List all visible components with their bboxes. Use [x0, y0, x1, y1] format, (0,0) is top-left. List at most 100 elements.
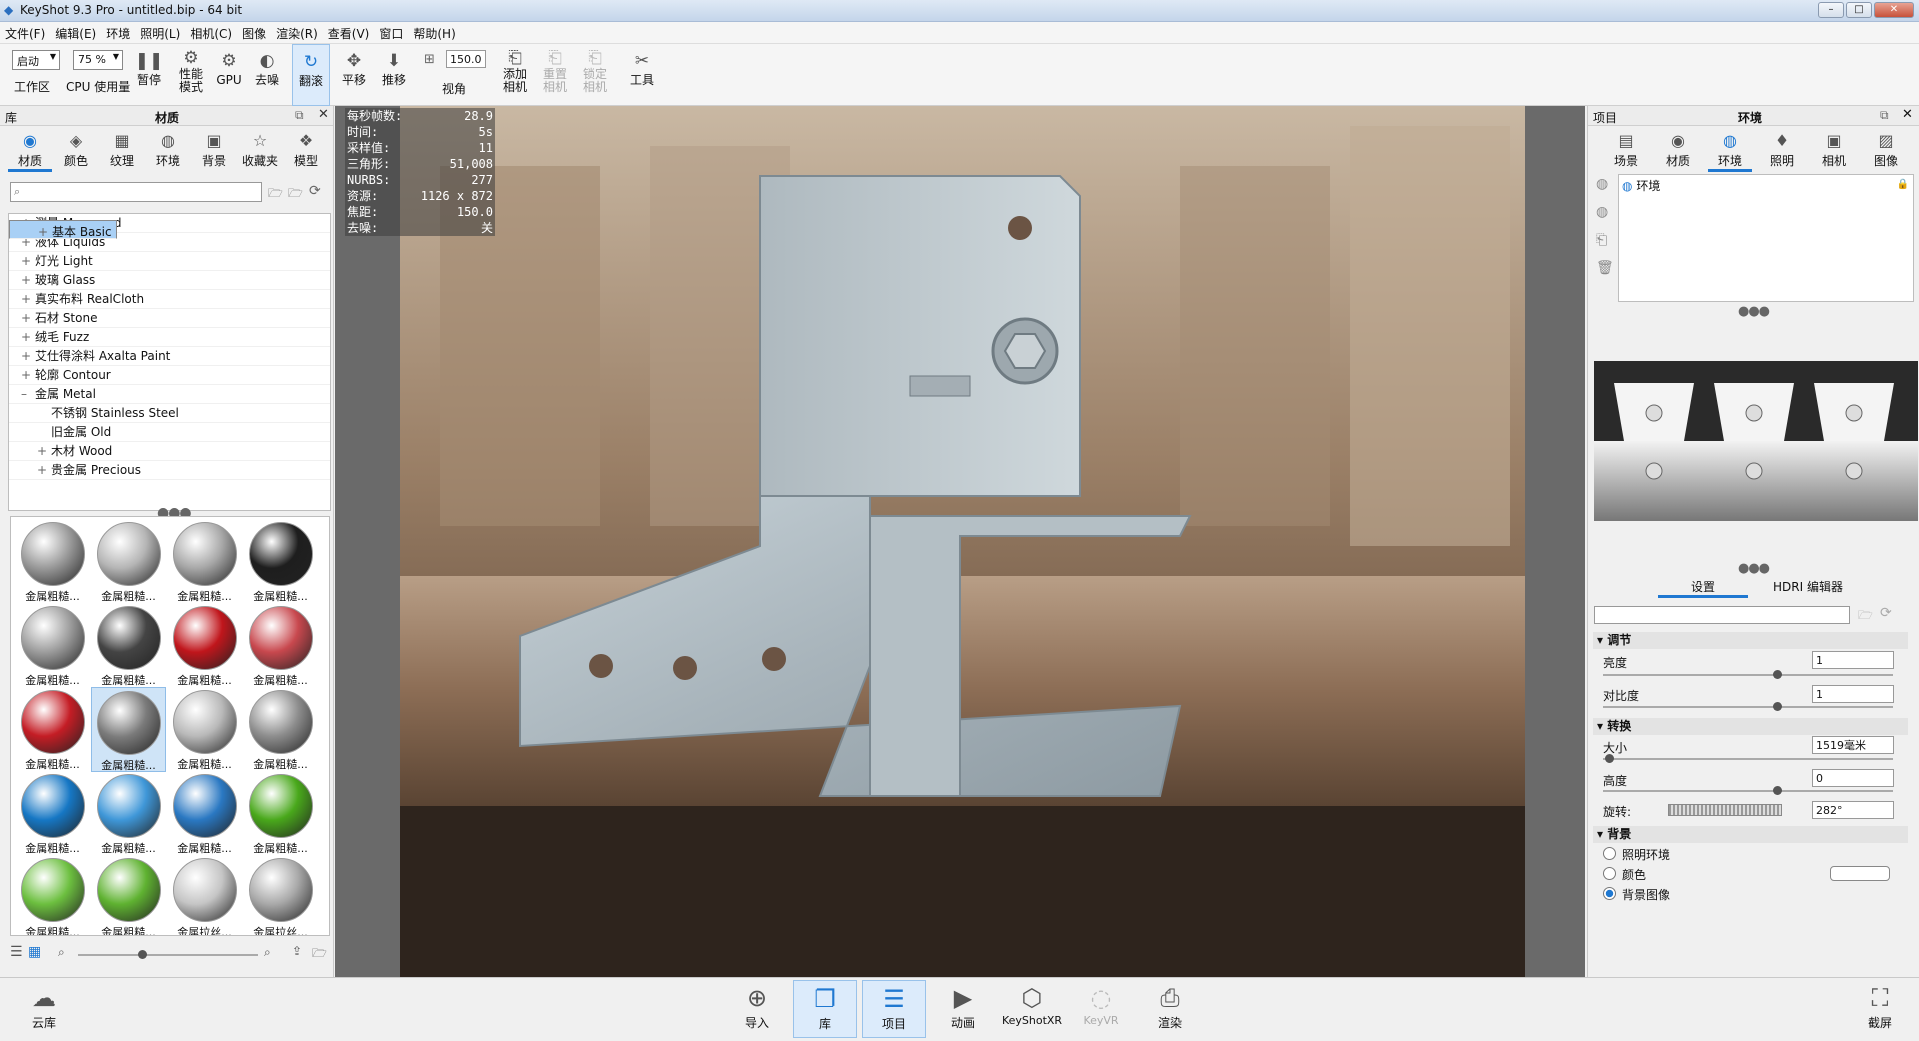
reload-icon[interactable]: ⟳ [1880, 605, 1892, 621]
height-input[interactable]: 0 [1812, 769, 1894, 787]
tree-item[interactable]: + 贵金属 Precious [9, 461, 330, 480]
refresh-icon[interactable]: ⟳ [309, 183, 321, 199]
tab-image[interactable]: ▨ 图像 [1864, 130, 1908, 169]
gpu-button[interactable]: ⚙ GPU [212, 44, 246, 106]
list-view-icon[interactable]: ☰ [10, 944, 23, 960]
material-thumbnail[interactable]: 金属粗糙... [91, 771, 166, 856]
screenshot-button[interactable]: ⛶ 截屏 [1848, 980, 1912, 1038]
splitter-handle-right[interactable]: ●●● [1738, 304, 1770, 319]
project-button[interactable]: ☰ 项目 [862, 980, 926, 1038]
material-thumbnail[interactable]: 金属粗糙... [167, 771, 242, 856]
download-icon[interactable]: 🗁 [312, 944, 327, 965]
tree-item[interactable]: + 基本 Basic [9, 220, 117, 239]
fov-input[interactable]: 150.0 [446, 50, 486, 68]
delete-icon[interactable]: 🗑 [1596, 260, 1614, 276]
tree-item[interactable]: + 木材 Wood [9, 442, 330, 461]
undock-icon[interactable]: ⧉ [295, 108, 304, 123]
dolly-button[interactable]: ⬇ 推移 [376, 44, 412, 106]
duplicate-environment-icon[interactable]: ◍ [1596, 204, 1608, 220]
material-thumbnail[interactable]: 金属拉丝... [167, 855, 242, 935]
reset-camera-button[interactable]: ⎗ 重置 相机 [538, 44, 572, 106]
expand-icon[interactable]: + [21, 309, 35, 328]
material-thumbnail[interactable]: 金属粗糙... [167, 687, 242, 772]
material-thumbnail[interactable]: 金属粗糙... [91, 687, 166, 772]
material-thumbnail[interactable]: 金属粗糙... [243, 519, 318, 604]
upload-icon[interactable]: ⇪ [292, 944, 302, 958]
contrast-slider[interactable] [1603, 702, 1893, 711]
render-image[interactable] [400, 106, 1525, 977]
library-button[interactable]: ❐ 库 [793, 980, 857, 1038]
subtab-settings[interactable]: 设置 [1658, 578, 1748, 598]
rotation-dial[interactable] [1668, 804, 1782, 816]
expand-icon[interactable]: – [21, 385, 35, 404]
menu-view[interactable]: 查看(V) [323, 22, 375, 42]
material-thumbnail[interactable]: 金属粗糙... [15, 687, 90, 772]
material-thumbnail[interactable]: 金属粗糙... [243, 603, 318, 688]
material-thumbnail[interactable]: 金属拉丝... [243, 855, 318, 935]
maximize-button[interactable]: □ [1846, 2, 1872, 18]
expand-icon[interactable]: + [21, 328, 35, 347]
material-thumbnail[interactable]: 金属粗糙... [15, 855, 90, 935]
workspace-select[interactable]: 启动 ▼ [12, 50, 60, 70]
close-window-button[interactable]: ✕ [1874, 2, 1914, 18]
tab-environment[interactable]: ◍ 环境 [1708, 130, 1752, 172]
tab-camera[interactable]: ▣ 相机 [1812, 130, 1856, 169]
section-background[interactable]: ▾ 背景 [1593, 826, 1908, 843]
bg-lighting-env-radio[interactable] [1603, 847, 1616, 860]
tumble-button[interactable]: ↻ 翻滚 [292, 44, 330, 106]
tree-item[interactable]: 不锈钢 Stainless Steel [9, 404, 330, 423]
tree-item[interactable]: 旧金属 Old [9, 423, 330, 442]
brightness-input[interactable]: 1 [1812, 651, 1894, 669]
contrast-knob[interactable] [1773, 702, 1782, 711]
add-camera-button[interactable]: ⎗ 添加 相机 [498, 44, 532, 106]
tab-models[interactable]: ❖ 模型 [284, 130, 328, 169]
tree-item[interactable]: – 金属 Metal [9, 385, 330, 404]
expand-icon[interactable]: + [37, 461, 51, 480]
animation-button[interactable]: ▶ 动画 [931, 980, 995, 1038]
zoom-in-icon[interactable]: ⌕ [264, 945, 271, 960]
cloud-library-button[interactable]: ☁ 云库 [12, 980, 76, 1038]
size-slider[interactable] [1603, 754, 1893, 763]
material-thumbnail[interactable]: 金属粗糙... [15, 771, 90, 856]
size-knob[interactable] [1604, 754, 1614, 763]
render-button[interactable]: ⎙ 渲染 [1138, 980, 1202, 1038]
add-environment-icon[interactable]: ◍ [1596, 176, 1608, 192]
material-thumbnail[interactable]: 金属粗糙... [91, 603, 166, 688]
undock-project-icon[interactable]: ⧉ [1880, 108, 1889, 123]
material-thumbnail[interactable]: 金属粗糙... [167, 519, 242, 604]
open-folder-icon[interactable]: 🗁 [1858, 606, 1873, 627]
thumbnail-size-knob[interactable] [138, 950, 147, 959]
environment-list-item[interactable]: ◍ 环境 [1622, 178, 1660, 195]
menu-edit[interactable]: 编辑(E) [50, 22, 101, 42]
splitter-handle-hdri[interactable]: ●●● [1738, 561, 1770, 576]
tree-item[interactable]: + 真实布料 RealCloth [9, 290, 330, 309]
hdri-preview[interactable] [1594, 361, 1918, 521]
edit-environment-icon[interactable]: ⎗ [1596, 232, 1607, 248]
rotation-input[interactable]: 282° [1812, 801, 1894, 819]
material-thumbnail[interactable]: 金属粗糙... [15, 519, 90, 604]
expand-icon[interactable]: + [21, 252, 35, 271]
bg-color-radio[interactable] [1603, 867, 1616, 880]
menu-window[interactable]: 窗口 [374, 22, 408, 42]
keyvr-button[interactable]: ◌ KeyVR [1069, 980, 1133, 1038]
close-panel-icon[interactable]: ✕ [318, 107, 329, 122]
keyshotxr-button[interactable]: ⬡ KeyShotXR [1000, 980, 1064, 1038]
expand-icon[interactable]: + [21, 290, 35, 309]
tab-materials[interactable]: ◉ 材质 [8, 130, 52, 172]
lock-camera-button[interactable]: ⎗ 锁定 相机 [578, 44, 612, 106]
contrast-input[interactable]: 1 [1812, 685, 1894, 703]
tab-textures[interactable]: ▦ 纹理 [100, 130, 144, 169]
pause-button[interactable]: ❚❚ 暂停 [132, 44, 166, 106]
minimize-button[interactable]: – [1818, 2, 1844, 18]
tree-item[interactable]: + 玻璃 Glass [9, 271, 330, 290]
material-thumbnail[interactable]: 金属粗糙... [91, 519, 166, 604]
tree-item[interactable]: + 石材 Stone [9, 309, 330, 328]
tab-favorites[interactable]: ☆ 收藏夹 [238, 130, 282, 169]
brightness-slider[interactable] [1603, 670, 1893, 679]
tree-item[interactable]: + 艾仕得涂料 Axalta Paint [9, 347, 330, 366]
folder-add-icon[interactable]: 🗁 [288, 184, 303, 205]
cpu-usage-select[interactable]: 75 % ▼ [73, 50, 123, 70]
brightness-knob[interactable] [1773, 670, 1782, 679]
menu-help[interactable]: 帮助(H) [408, 22, 460, 42]
pan-button[interactable]: ✥ 平移 [336, 44, 372, 106]
